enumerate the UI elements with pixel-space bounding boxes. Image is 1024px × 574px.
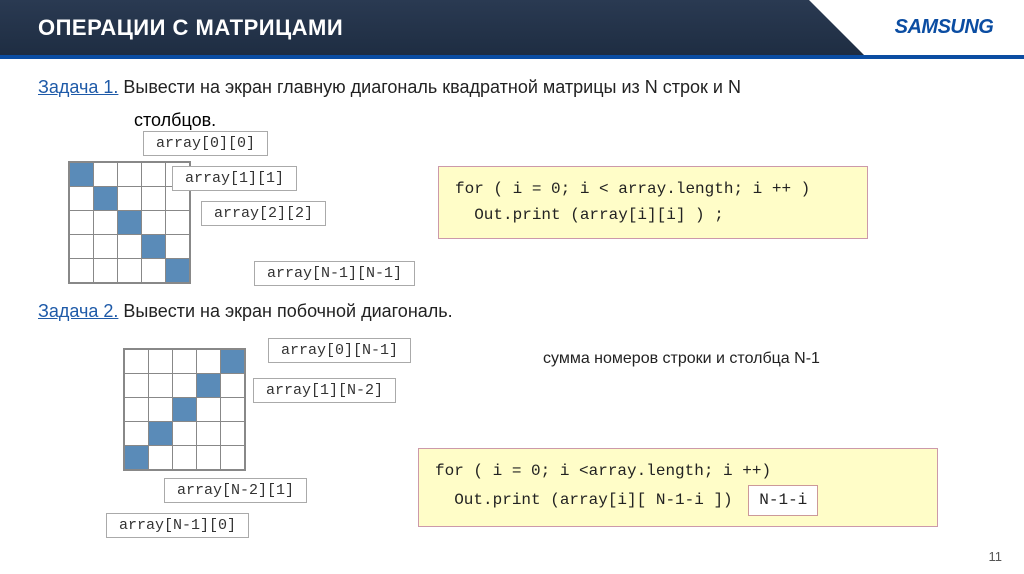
samsung-logo: SAMSUNG [895,16,994,39]
callout-array00: array[0][0] [143,131,268,156]
callout-arrayN1: array[N-1][0] [106,513,249,538]
callout-array1N: array[1][N-2] [253,378,396,403]
task1-text2: столбцов. [134,110,984,131]
callout-array0N: array[0][N-1] [268,338,411,363]
task1-line: Задача 1. Вывести на экран главную диаго… [38,77,984,98]
task2-text: Вывести на экран побочной диагональ. [118,301,452,321]
highlight-n1i: N-1-i [748,485,818,517]
code1-line2: Out.print (array[i][i] ) ; [455,203,851,229]
section2: array[0][N-1] array[1][N-2] array[N-2][1… [38,338,984,548]
page-number: 11 [989,549,1003,564]
callout-arrayNN: array[N-1][N-1] [254,261,415,286]
task1-label: Задача 1. [38,77,118,97]
sum-note: сумма номеров строки и столбца N-1 [543,350,820,368]
task1-text1: Вывести на экран главную диагональ квадр… [118,77,741,97]
code-block-1: for ( i = 0; i < array.length; i ++ ) Ou… [438,166,868,239]
code1-line1: for ( i = 0; i < array.length; i ++ ) [455,177,851,203]
code-block-2: for ( i = 0; i <array.length; i ++) Out.… [418,448,938,527]
task2-line: Задача 2. Вывести на экран побочной диаг… [38,301,984,322]
callout-array11: array[1][1] [172,166,297,191]
code2-line2: Out.print (array[i][ N-1-i ]) N-1-i [435,485,921,517]
slide-header: ОПЕРАЦИИ С МАТРИЦАМИ SAMSUNG [0,0,1024,55]
logo-container: SAMSUNG [864,0,1024,55]
callout-array22: array[2][2] [201,201,326,226]
section1: array[0][0] array[1][1] array[2][2] arra… [38,131,984,301]
slide-title: ОПЕРАЦИИ С МАТРИЦАМИ [38,15,343,41]
code2-line1: for ( i = 0; i <array.length; i ++) [435,459,921,485]
task2-label: Задача 2. [38,301,118,321]
slide-content: Задача 1. Вывести на экран главную диаго… [0,59,1024,548]
code2-line2a: Out.print (array[i][ N-1-i ]) [435,491,733,509]
callout-arrayN2: array[N-2][1] [164,478,307,503]
grid-anti-diagonal [123,348,246,471]
